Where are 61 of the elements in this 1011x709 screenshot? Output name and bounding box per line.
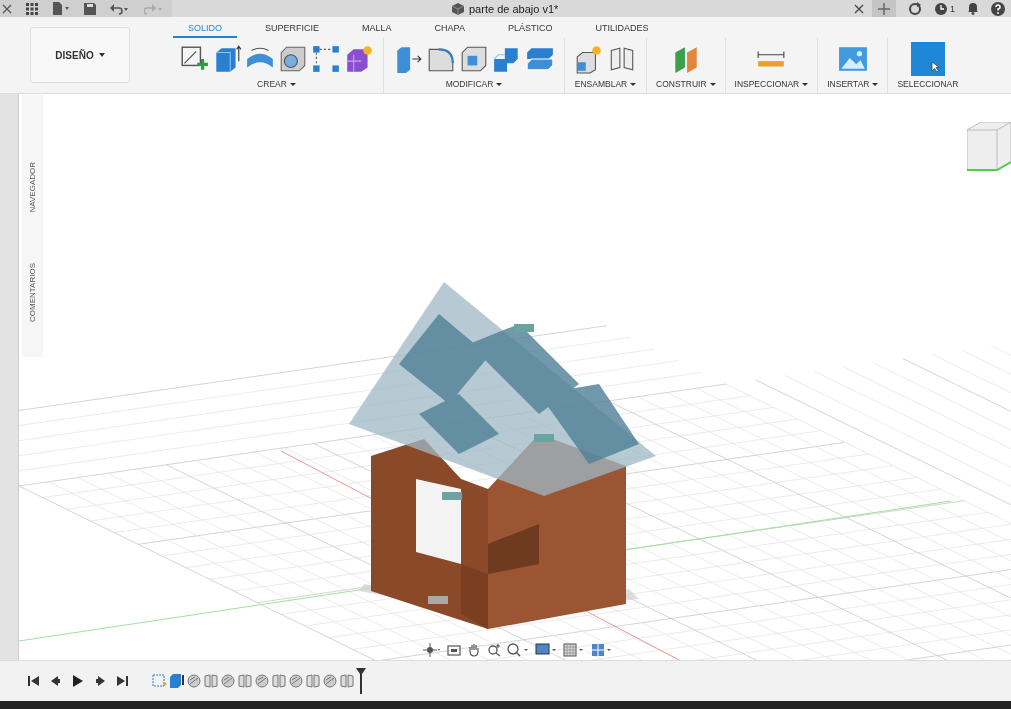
joint-feature-icon[interactable] — [271, 673, 287, 689]
tool-group-menu[interactable]: MODIFICAR — [445, 79, 503, 89]
sync-icon[interactable] — [908, 1, 922, 16]
joint-feature-icon[interactable] — [237, 673, 253, 689]
plus-icon — [878, 2, 890, 15]
tool-group-menu[interactable]: INSPECCIONAR — [734, 79, 809, 89]
last-frame-icon[interactable] — [116, 675, 128, 687]
first-frame-icon[interactable] — [28, 675, 40, 687]
toolbar-tab[interactable]: UTILIDADES — [580, 23, 664, 38]
orbit-icon[interactable] — [423, 643, 441, 657]
timeline-marker-icon[interactable] — [356, 668, 366, 694]
toolbar-tab[interactable]: CHAPA — [419, 23, 480, 38]
side-panel-tab[interactable]: NAVEGADOR — [28, 162, 37, 213]
job-count: 1 — [950, 3, 955, 14]
display-icon[interactable] — [535, 643, 557, 657]
bell-icon[interactable] — [967, 2, 979, 15]
workspace-dropdown[interactable]: DISEÑO — [30, 27, 130, 83]
zoom-window-icon[interactable] — [507, 643, 529, 657]
file-icon[interactable] — [52, 2, 70, 15]
toolbar-tab[interactable]: SOLIDO — [173, 23, 237, 38]
step-back-icon[interactable] — [50, 675, 62, 687]
image-icon[interactable] — [837, 44, 868, 74]
tool-group-menu[interactable]: CONSTRUIR — [656, 79, 716, 89]
step-forward-icon[interactable] — [94, 675, 106, 687]
form-cube-icon[interactable] — [344, 44, 374, 74]
undo-icon[interactable] — [110, 2, 130, 15]
clock-icon[interactable] — [934, 1, 948, 16]
tool-group-menu[interactable]: ENSAMBLAR — [574, 79, 637, 89]
save-icon[interactable] — [84, 2, 96, 15]
viewports-icon[interactable] — [591, 643, 613, 657]
combine-feature-icon[interactable] — [220, 673, 236, 689]
select-button[interactable] — [910, 42, 945, 76]
close-icon[interactable] — [2, 3, 12, 14]
cursor-icon — [930, 61, 941, 73]
tool-group-menu[interactable]: CREAR — [257, 79, 296, 89]
joint-feature-icon[interactable] — [203, 673, 219, 689]
hand-icon[interactable] — [467, 643, 481, 657]
side-panel-tab[interactable]: COMENTARIOS — [28, 262, 37, 322]
box-icon — [452, 2, 464, 15]
pattern-icon[interactable] — [311, 44, 341, 74]
combine-feature-icon[interactable] — [288, 673, 304, 689]
document-title: parte de abajo v1* — [469, 2, 559, 15]
grid-icon[interactable] — [563, 643, 585, 657]
help-icon[interactable] — [991, 1, 1005, 16]
joint-feature-icon[interactable] — [305, 673, 321, 689]
combine-feature-icon[interactable] — [322, 673, 338, 689]
toolbar-tab[interactable]: SUPERFICIE — [250, 23, 335, 38]
hole-cube-icon[interactable] — [278, 44, 308, 74]
tool-group-menu[interactable]: SELECCIONAR — [897, 79, 959, 89]
close-tab-icon[interactable] — [854, 3, 864, 14]
zoom-icon[interactable] — [487, 643, 501, 657]
toolbar-tab[interactable]: PLÁSTICO — [492, 23, 568, 38]
component-icon[interactable] — [574, 44, 604, 74]
grid-icon[interactable] — [26, 2, 38, 15]
extrude-feature-icon[interactable] — [169, 673, 185, 689]
shell-cube-icon[interactable] — [459, 44, 489, 74]
combine-feature-icon[interactable] — [254, 673, 270, 689]
tool-group-menu[interactable]: INSERTAR — [827, 79, 879, 89]
play-icon[interactable] — [72, 675, 84, 687]
toolbar-tab[interactable]: MALLA — [347, 23, 407, 38]
camera-icon[interactable] — [447, 643, 461, 657]
